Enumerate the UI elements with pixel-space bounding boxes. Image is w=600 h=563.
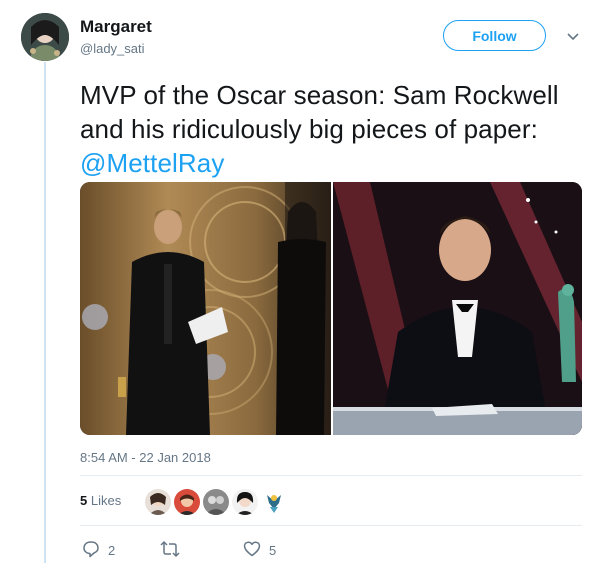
user-display-name[interactable]: Margaret [80,17,152,37]
like-count: 5 [269,543,277,558]
liker-avatar[interactable] [173,488,201,516]
reply-button[interactable]: 2 [82,540,115,561]
divider [80,525,582,526]
tweet-body: MVP of the Oscar season: Sam Rockwell an… [80,80,559,144]
likes-label: Likes [90,493,122,508]
tweet-media[interactable] [80,182,582,435]
like-button[interactable]: 5 [243,540,276,561]
liker-avatar[interactable] [202,488,230,516]
photo-left[interactable] [80,182,331,435]
photo-right[interactable] [333,182,582,435]
reply-icon [82,540,108,561]
likes-count[interactable]: 5 Likes [80,493,121,508]
retweet-button[interactable] [160,540,188,561]
liker-avatar[interactable] [260,488,288,516]
retweet-icon [160,540,188,561]
thread-line [44,62,46,563]
mention-link[interactable]: @MettelRay [80,148,224,178]
liker-avatar[interactable] [144,488,172,516]
tweet-timestamp[interactable]: 8:54 AM - 22 Jan 2018 [80,450,211,465]
likes-number: 5 [80,493,88,508]
user-handle[interactable]: @lady_sati [80,41,145,56]
heart-icon [243,540,269,561]
follow-button[interactable]: Follow [443,20,546,51]
reply-count: 2 [108,543,116,558]
divider [80,475,582,476]
tweet-text: MVP of the Oscar season: Sam Rockwell an… [80,78,585,180]
chevron-down-icon[interactable] [566,30,580,44]
avatar[interactable] [21,13,69,61]
liker-avatar[interactable] [231,488,259,516]
